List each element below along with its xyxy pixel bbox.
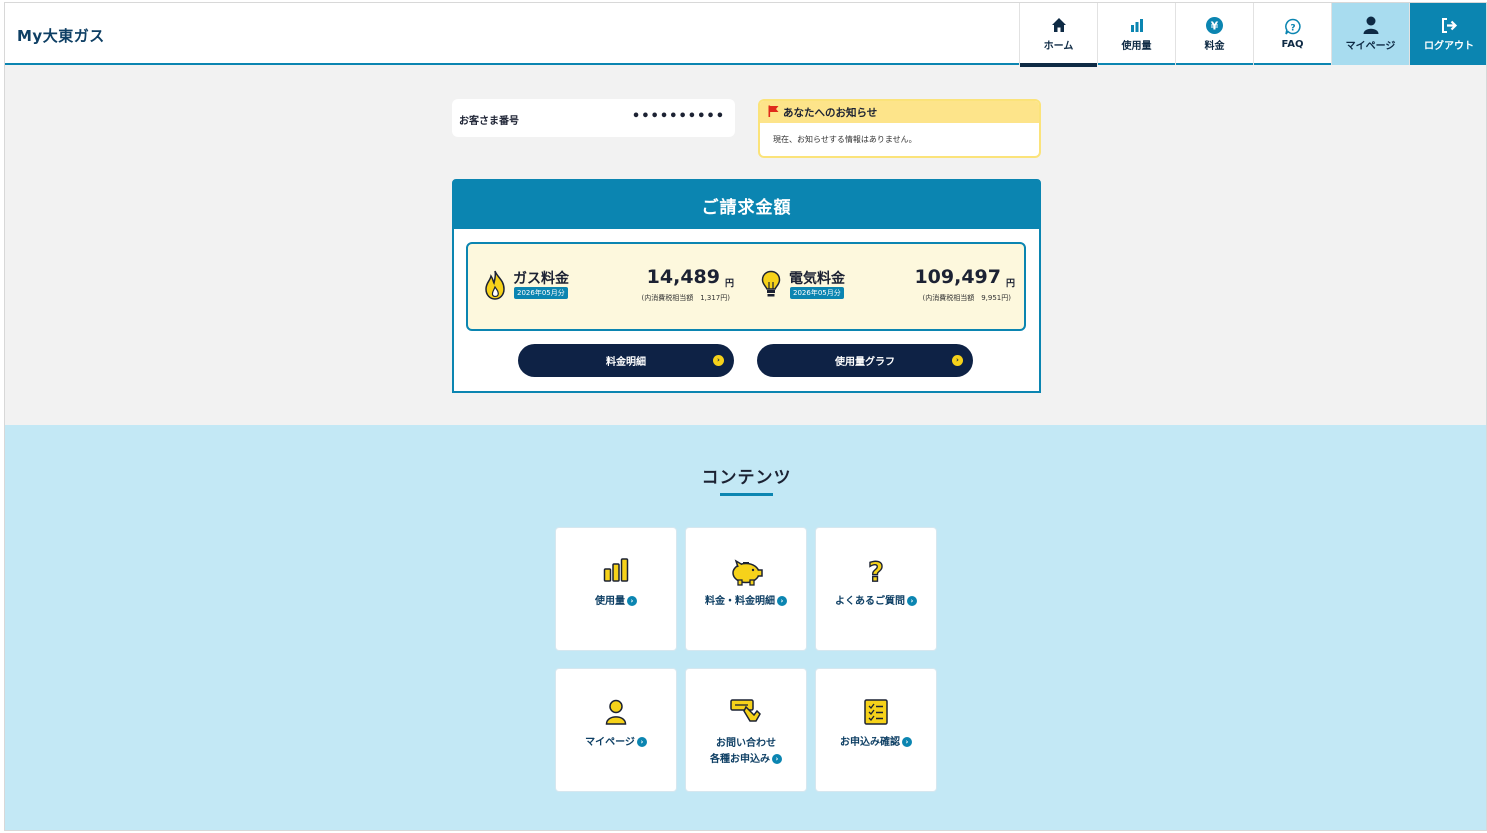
bar-chart-icon [1130,16,1144,34]
yen-icon: ¥ [1206,16,1223,34]
flag-icon [768,105,779,120]
logout-icon [1441,16,1458,34]
tile-charges[interactable]: 料金・料金明細 › [685,527,807,651]
gas-charge-unit: 円 [724,279,734,289]
chevron-right-icon: › [636,737,647,747]
question-icon: ? [816,558,936,586]
nav-charges-label: 料金 [1204,41,1225,52]
gas-charge-period: 2026年05月分 [514,287,568,299]
electric-charge-amount: 109,497 [914,266,1001,288]
electric-charge-unit: 円 [1005,279,1015,289]
nav-home[interactable]: ホーム [1019,3,1097,67]
billing-panel: ご請求金額 ガス料金 2026年05月分 14,489 円 (内消費税相当額 1… [452,179,1041,393]
contents-title-underline [720,493,773,496]
electric-charge: 電気料金 2026年05月分 109,497 円 (内消費税相当額 9,951円… [744,244,1015,329]
nav-mypage-label: マイページ [1345,41,1396,52]
tile-faq-label: よくあるご質問 › [816,594,936,610]
tile-charges-label: 料金・料金明細 › [686,594,806,610]
tile-application-check-label: お申込み確認 › [816,735,936,751]
page-frame: My大東ガス ホーム 使用量 ¥ 料金 ? FAQ マイページ ログアウト お客… [4,2,1487,831]
tile-faq[interactable]: ? よくあるご質問 › [815,527,937,651]
svg-text:?: ? [868,558,884,586]
tile-mypage[interactable]: マイページ › [555,668,677,792]
notice-header: あなたへのお知らせ [760,101,1039,123]
tile-usage-label: 使用量 › [556,594,676,610]
chevron-right-icon: › [713,355,724,366]
user-icon [1363,16,1379,34]
contents-section: コンテンツ 使用量 › 料金・料金明細 › ? よくあるご質問 › マイページ › [5,425,1486,830]
electric-charge-name: 電気料金 [789,271,845,287]
customer-number-box: お客さま番号 •••••••••• [452,99,735,137]
charge-detail-button-label: 料金明細 [606,357,646,368]
tile-inquiry[interactable]: お問い合わせ 各種お申込み › [685,668,807,792]
notice-body: 現在、お知らせする情報はありません。 [773,135,917,144]
nav-usage-label: 使用量 [1121,41,1152,52]
customer-number-value: •••••••••• [631,109,725,124]
notice-box: あなたへのお知らせ 現在、お知らせする情報はありません。 [758,99,1041,158]
checklist-icon [816,699,936,727]
usage-graph-button-label: 使用量グラフ [835,357,895,368]
nav-home-label: ホーム [1043,41,1074,52]
tile-inquiry-label: お問い合わせ 各種お申込み › [686,736,806,768]
usage-graph-button[interactable]: 使用量グラフ › [757,344,973,377]
main-nav: ホーム 使用量 ¥ 料金 ? FAQ マイページ ログアウト [1019,3,1486,67]
nav-faq[interactable]: ? FAQ [1253,3,1331,65]
tile-application-check[interactable]: お申込み確認 › [815,668,937,792]
chevron-right-icon: › [772,754,782,764]
user-icon [556,699,676,727]
charge-detail-button[interactable]: 料金明細 › [518,344,734,377]
nav-usage[interactable]: 使用量 [1097,3,1175,65]
bar-chart-icon [556,558,676,586]
home-icon [1051,16,1067,34]
notice-title: あなたへのお知らせ [783,106,878,119]
chevron-right-icon: › [902,737,912,747]
gas-charge-tax: (内消費税相当額 1,317円) [641,294,730,302]
question-icon: ? [1284,18,1302,36]
site-logo[interactable]: My大東ガス [17,25,105,46]
piggy-bank-icon [686,558,806,586]
nav-mypage[interactable]: マイページ [1331,3,1409,65]
billing-amounts: ガス料金 2026年05月分 14,489 円 (内消費税相当額 1,317円)… [466,242,1026,331]
customer-number-label: お客さま番号 [459,116,519,127]
gas-charge: ガス料金 2026年05月分 14,489 円 (内消費税相当額 1,317円) [468,244,738,329]
flame-icon [484,270,506,304]
tile-mypage-label: マイページ › [556,735,676,751]
nav-logout[interactable]: ログアウト [1409,3,1486,65]
contents-title: コンテンツ [701,468,792,488]
chevron-right-icon: › [777,596,787,606]
form-hand-icon [686,697,806,725]
svg-text:?: ? [1290,24,1295,34]
nav-faq-label: FAQ [1281,39,1304,50]
gas-charge-name: ガス料金 [513,271,569,287]
billing-title: ご請求金額 [454,181,1039,229]
electric-charge-tax: (内消費税相当額 9,951円) [922,294,1011,302]
svg-text:¥: ¥ [1211,19,1219,32]
header: My大東ガス ホーム 使用量 ¥ 料金 ? FAQ マイページ ログアウト [5,3,1486,67]
chevron-right-icon: › [627,596,637,606]
chevron-right-icon: › [907,596,917,606]
chevron-right-icon: › [952,355,963,366]
nav-charges[interactable]: ¥ 料金 [1175,3,1253,65]
lightbulb-icon [761,270,781,304]
gas-charge-amount: 14,489 [646,266,720,288]
electric-charge-period: 2026年05月分 [790,287,844,299]
nav-logout-label: ログアウト [1424,41,1474,52]
tile-usage[interactable]: 使用量 › [555,527,677,651]
